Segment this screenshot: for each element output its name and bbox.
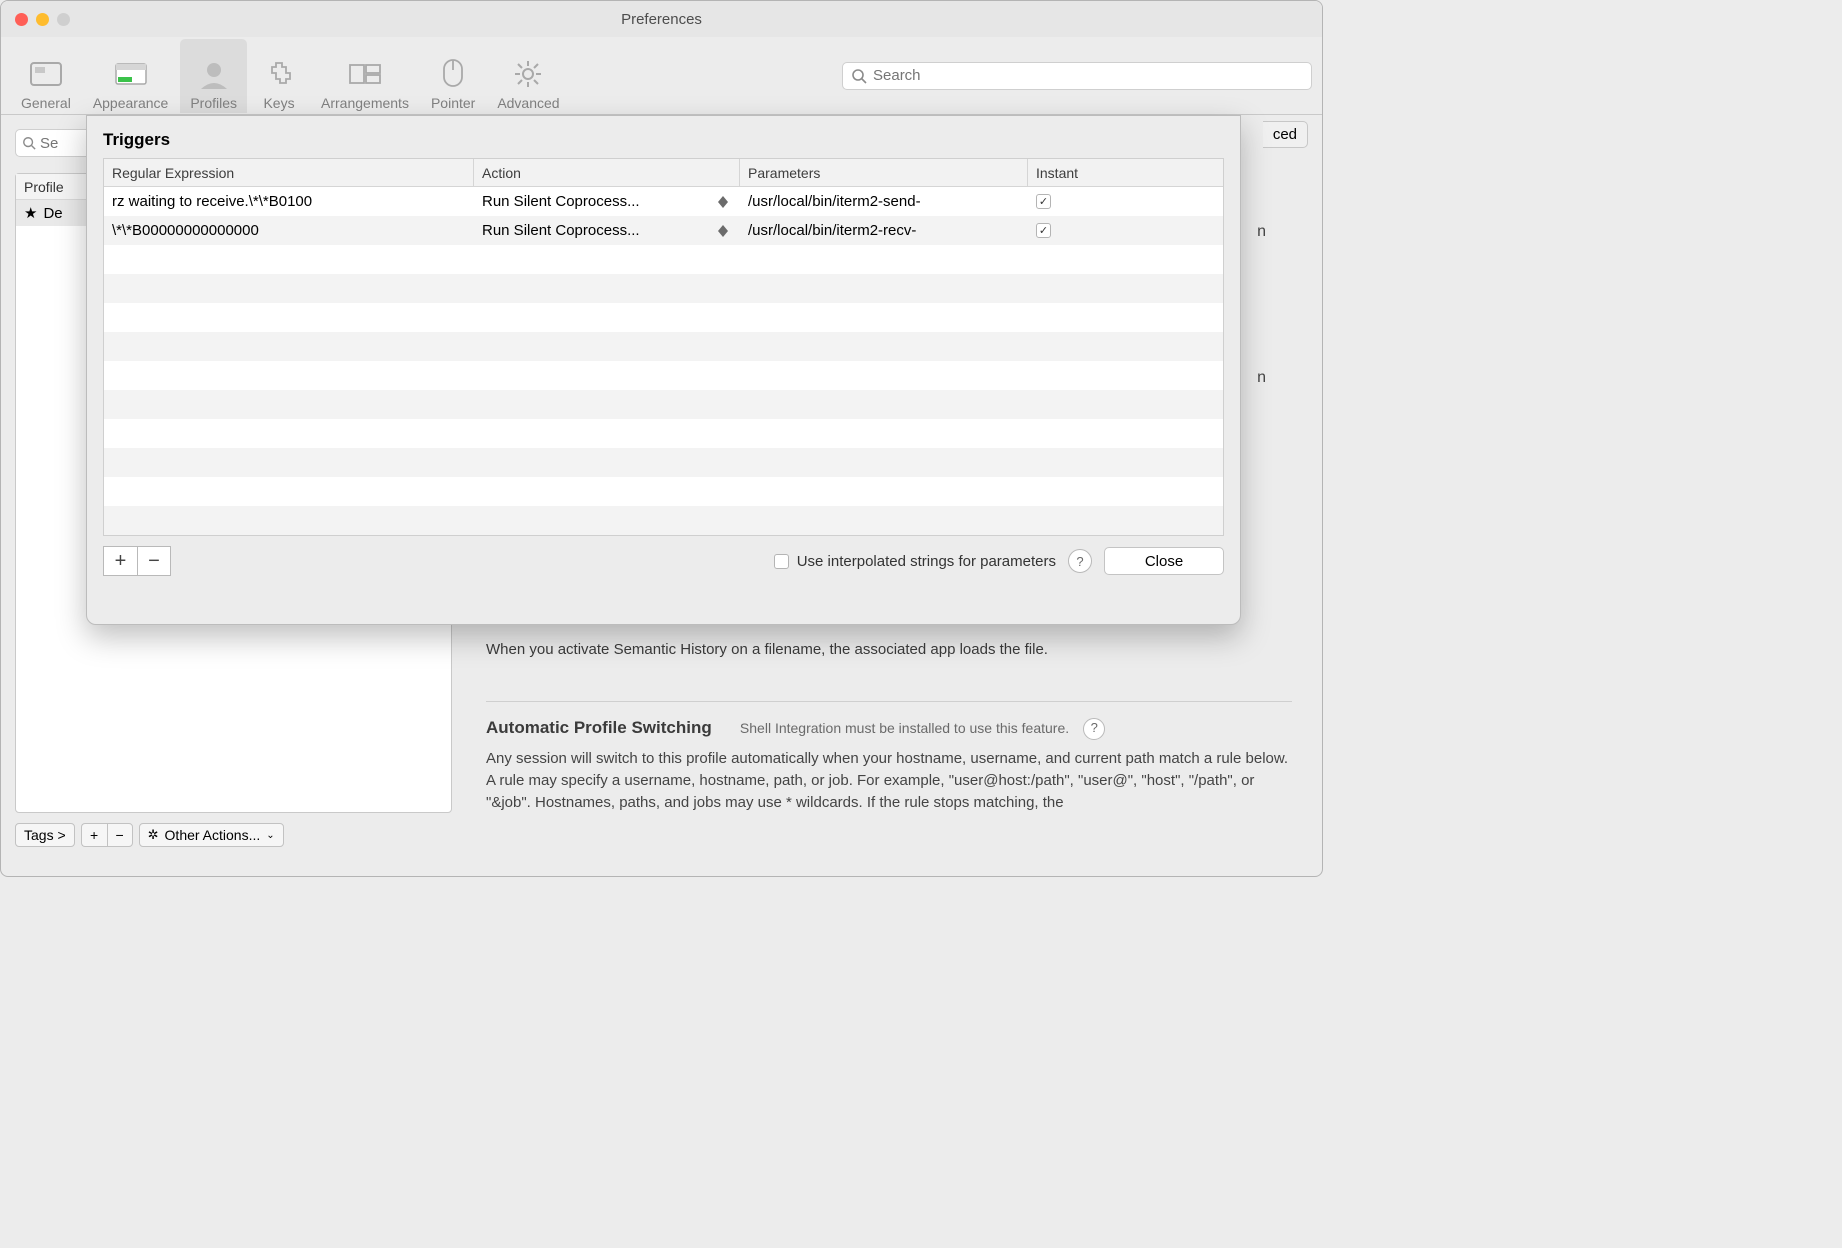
preferences-toolbar: General Appearance Profiles Keys Arrange… [1, 37, 1322, 115]
tab-label: Arrangements [321, 95, 409, 111]
search-icon [22, 136, 36, 150]
table-header: Regular Expression Action Parameters Ins… [104, 159, 1223, 187]
empty-row [104, 448, 1223, 477]
aps-title: Automatic Profile Switching [486, 716, 712, 741]
empty-row [104, 506, 1223, 535]
close-button[interactable]: Close [1104, 547, 1224, 575]
titlebar: Preferences [1, 1, 1322, 37]
aps-description: Any session will switch to this profile … [486, 748, 1292, 813]
automatic-profile-switching-section: Automatic Profile Switching Shell Integr… [486, 701, 1292, 814]
arrangements-icon [345, 55, 385, 93]
preferences-window: Preferences General Appearance Profiles … [0, 0, 1323, 877]
tags-button[interactable]: Tags > [15, 823, 75, 847]
tab-label: Profiles [190, 95, 237, 111]
interpolated-strings-checkbox[interactable]: Use interpolated strings for parameters [774, 553, 1056, 570]
advanced-icon [508, 55, 548, 93]
col-instant[interactable]: Instant [1028, 159, 1223, 186]
remove-trigger-button[interactable]: − [137, 546, 171, 576]
trigger-row[interactable]: rz waiting to receive.\*\*B0100 Run Sile… [104, 187, 1223, 216]
checkbox-checked[interactable]: ✓ [1036, 194, 1051, 209]
subtab-advanced-partial[interactable]: ced [1263, 121, 1308, 148]
stepper-icon[interactable] [718, 221, 732, 241]
empty-row [104, 332, 1223, 361]
partial-text: n [1257, 223, 1266, 241]
cell-regex[interactable]: \*\*B00000000000000 [104, 216, 474, 245]
empty-row [104, 274, 1223, 303]
remove-profile-button[interactable]: − [107, 823, 133, 847]
cell-parameters[interactable]: /usr/local/bin/iterm2-recv- [740, 216, 1028, 245]
profile-controls: Tags > + − ✲ Other Actions... ⌄ [15, 823, 452, 847]
search-icon [851, 68, 867, 84]
chevron-down-icon: ⌄ [266, 830, 274, 841]
cell-regex[interactable]: rz waiting to receive.\*\*B0100 [104, 187, 474, 216]
semantic-history-description: When you activate Semantic History on a … [486, 639, 1292, 661]
appearance-icon [111, 55, 151, 93]
cell-action[interactable]: Run Silent Coprocess... [474, 216, 740, 245]
triggers-table: Regular Expression Action Parameters Ins… [103, 158, 1224, 536]
tab-label: General [21, 95, 71, 111]
table-body: rz waiting to receive.\*\*B0100 Run Sile… [104, 187, 1223, 535]
tab-profiles[interactable]: Profiles [180, 39, 247, 113]
other-actions-dropdown[interactable]: ✲ Other Actions... ⌄ [139, 823, 284, 847]
tab-label: Appearance [93, 95, 169, 111]
tab-advanced[interactable]: Advanced [487, 39, 569, 113]
aps-note: Shell Integration must be installed to u… [740, 720, 1069, 736]
other-actions-label: Other Actions... [165, 827, 261, 843]
sheet-title: Triggers [87, 116, 1240, 158]
empty-row [104, 419, 1223, 448]
action-text: Run Silent Coprocess... [482, 222, 640, 239]
tab-arrangements[interactable]: Arrangements [311, 39, 419, 113]
action-text: Run Silent Coprocess... [482, 193, 640, 210]
cell-action[interactable]: Run Silent Coprocess... [474, 187, 740, 216]
tab-keys[interactable]: Keys [249, 39, 309, 113]
profiles-icon [194, 55, 234, 93]
checkbox-unchecked[interactable] [774, 554, 789, 569]
pointer-icon [433, 55, 473, 93]
cell-parameters[interactable]: /usr/local/bin/iterm2-send- [740, 187, 1028, 216]
sheet-footer: + − Use interpolated strings for paramet… [87, 536, 1240, 586]
partial-text: n [1257, 369, 1266, 387]
col-action[interactable]: Action [474, 159, 740, 186]
toolbar-search[interactable] [842, 62, 1312, 90]
empty-row [104, 303, 1223, 332]
tab-general[interactable]: General [11, 39, 81, 113]
toolbar-search-input[interactable] [873, 67, 1303, 84]
empty-row [104, 361, 1223, 390]
empty-row [104, 245, 1223, 274]
checkbox-checked[interactable]: ✓ [1036, 223, 1051, 238]
tab-appearance[interactable]: Appearance [83, 39, 179, 113]
cell-instant[interactable]: ✓ [1028, 216, 1223, 245]
tab-label: Advanced [497, 95, 559, 111]
interpolated-label: Use interpolated strings for parameters [797, 553, 1056, 570]
profile-name: De [43, 205, 62, 222]
col-regex[interactable]: Regular Expression [104, 159, 474, 186]
trigger-row[interactable]: \*\*B00000000000000 Run Silent Coprocess… [104, 216, 1223, 245]
window-title: Preferences [1, 11, 1322, 28]
tab-label: Keys [263, 95, 294, 111]
help-button[interactable]: ? [1068, 549, 1092, 573]
general-icon [26, 55, 66, 93]
keys-icon [259, 55, 299, 93]
add-trigger-button[interactable]: + [103, 546, 137, 576]
help-button[interactable]: ? [1083, 718, 1105, 740]
empty-row [104, 477, 1223, 506]
cell-instant[interactable]: ✓ [1028, 187, 1223, 216]
add-profile-button[interactable]: + [81, 823, 107, 847]
stepper-icon[interactable] [718, 192, 732, 212]
triggers-sheet: Triggers Regular Expression Action Param… [86, 115, 1241, 625]
tab-label: Pointer [431, 95, 475, 111]
col-parameters[interactable]: Parameters [740, 159, 1028, 186]
empty-row [104, 390, 1223, 419]
star-icon: ★ [24, 204, 37, 222]
gear-icon: ✲ [148, 827, 159, 843]
tab-pointer[interactable]: Pointer [421, 39, 485, 113]
